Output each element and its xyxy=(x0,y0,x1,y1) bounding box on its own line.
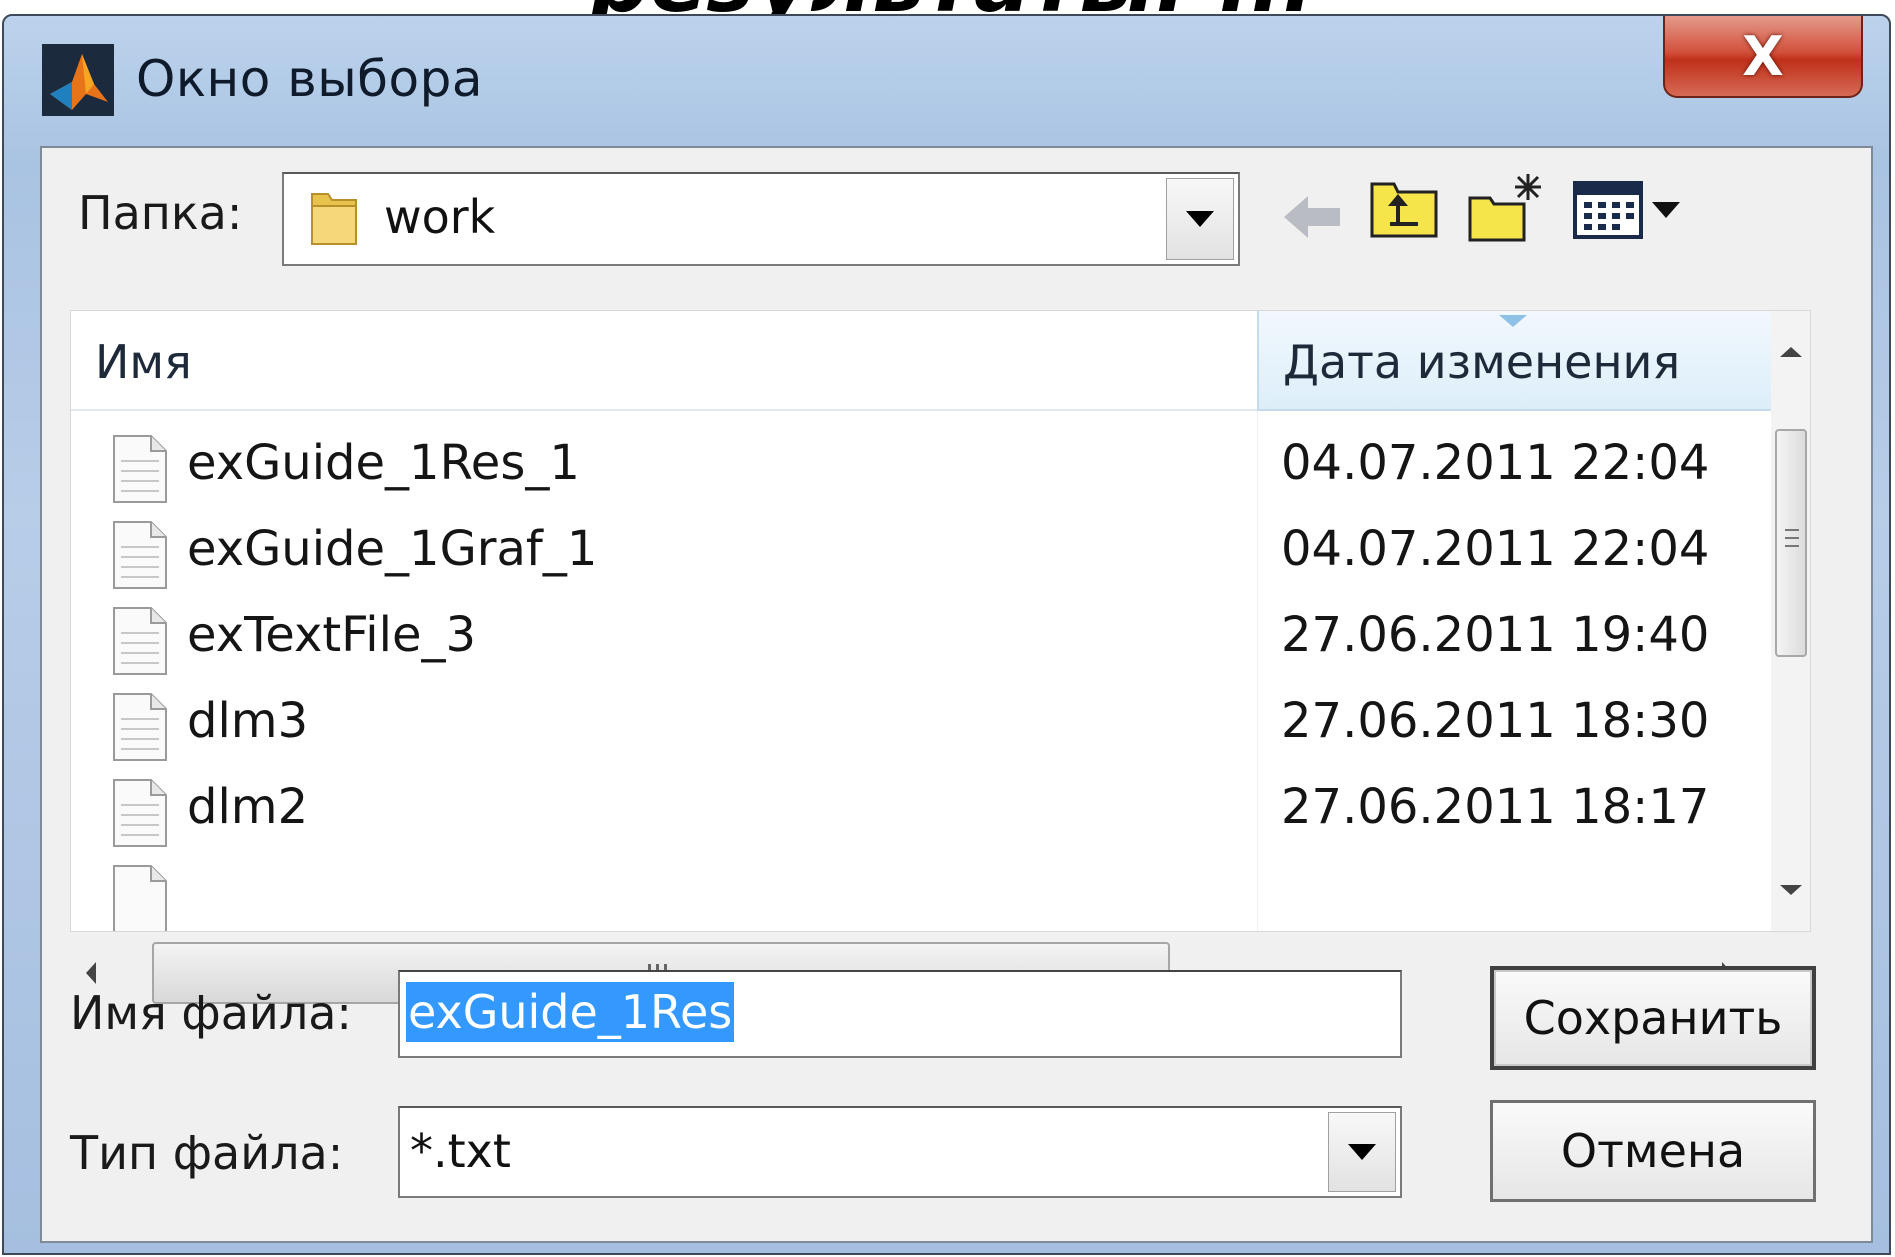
file-date: 04.07.2011 22:04 xyxy=(1281,435,1710,491)
file-date: 27.06.2011 18:17 xyxy=(1281,779,1710,835)
text-file-icon xyxy=(113,779,167,847)
matlab-app-icon xyxy=(42,44,114,116)
file-name: exGuide_1Graf_1 xyxy=(187,521,598,577)
column-header-date[interactable]: Дата изменения xyxy=(1257,311,1771,411)
back-arrow-icon[interactable] xyxy=(1282,192,1344,242)
chevron-down-icon xyxy=(1348,1144,1376,1160)
save-button[interactable]: Сохранить xyxy=(1490,966,1816,1070)
filename-label: Имя файла: xyxy=(70,986,352,1040)
folder-combo[interactable]: work xyxy=(282,172,1240,266)
file-date: 27.06.2011 18:30 xyxy=(1281,693,1710,749)
file-name: exTextFile_3 xyxy=(187,607,477,663)
title-bar[interactable]: Окно выбора X xyxy=(4,16,1889,146)
file-row[interactable]: exGuide_1Graf_1 04.07.2011 22:04 xyxy=(71,511,1771,597)
sort-indicator-icon xyxy=(1499,315,1527,327)
file-date: 27.06.2011 19:40 xyxy=(1281,607,1710,663)
file-row[interactable]: dlm3 27.06.2011 18:30 xyxy=(71,683,1771,769)
grip-line xyxy=(1785,537,1799,539)
folder-label: Папка: xyxy=(78,186,243,240)
text-file-icon xyxy=(113,865,167,931)
scroll-left-icon[interactable] xyxy=(86,962,96,984)
view-menu-icon[interactable] xyxy=(1572,180,1684,240)
file-name: dlm3 xyxy=(187,693,309,749)
new-folder-icon[interactable] xyxy=(1466,170,1546,242)
file-name: dlm2 xyxy=(187,779,309,835)
chevron-down-icon xyxy=(1186,211,1214,227)
grip-line xyxy=(1785,545,1799,547)
close-icon: X xyxy=(1742,24,1784,88)
column-header-name[interactable]: Имя xyxy=(71,311,1257,411)
column-name-label: Имя xyxy=(95,335,192,389)
filename-value: exGuide_1Res xyxy=(406,982,735,1042)
filename-input[interactable]: exGuide_1Res xyxy=(398,970,1402,1058)
vertical-scrollbar[interactable] xyxy=(1771,311,1810,931)
file-row[interactable]: exGuide_1Res_1 04.07.2011 22:04 xyxy=(71,425,1771,511)
file-date: 04.07.2011 22:04 xyxy=(1281,521,1710,577)
folder-dropdown-button[interactable] xyxy=(1166,178,1234,260)
text-file-icon xyxy=(113,693,167,761)
vertical-scroll-thumb[interactable] xyxy=(1775,429,1807,657)
list-header: Имя Дата изменения xyxy=(71,311,1771,411)
save-dialog: Окно выбора X Папка: work Имя Дата измен… xyxy=(2,14,1891,1255)
up-folder-icon[interactable] xyxy=(1368,174,1440,240)
file-row[interactable]: dlm2 27.06.2011 18:17 xyxy=(71,769,1771,855)
file-row[interactable]: exTextFile_3 27.06.2011 19:40 xyxy=(71,597,1771,683)
filetype-label: Тип файла: xyxy=(70,1126,344,1180)
file-list[interactable]: Имя Дата изменения exGuide_1Res_1 04.07.… xyxy=(70,310,1811,932)
scroll-up-icon[interactable] xyxy=(1780,347,1802,357)
dialog-body: Папка: work Имя Дата изменения exGuide_1… xyxy=(40,146,1873,1243)
close-button[interactable]: X xyxy=(1663,16,1863,98)
folder-value: work xyxy=(384,190,496,244)
folder-icon xyxy=(311,193,357,245)
filetype-combo[interactable]: *.txt xyxy=(398,1106,1402,1198)
file-row-partial[interactable] xyxy=(71,855,1771,931)
scroll-down-icon[interactable] xyxy=(1780,885,1802,895)
file-name: exGuide_1Res_1 xyxy=(187,435,580,491)
filetype-value: *.txt xyxy=(410,1124,511,1178)
filetype-dropdown-button[interactable] xyxy=(1328,1112,1396,1192)
cancel-button[interactable]: Отмена xyxy=(1490,1100,1816,1202)
window-title: Окно выбора xyxy=(136,50,483,108)
text-file-icon xyxy=(113,607,167,675)
column-date-label: Дата изменения xyxy=(1283,335,1681,389)
grip-line xyxy=(1785,529,1799,531)
text-file-icon xyxy=(113,521,167,589)
text-file-icon xyxy=(113,435,167,503)
